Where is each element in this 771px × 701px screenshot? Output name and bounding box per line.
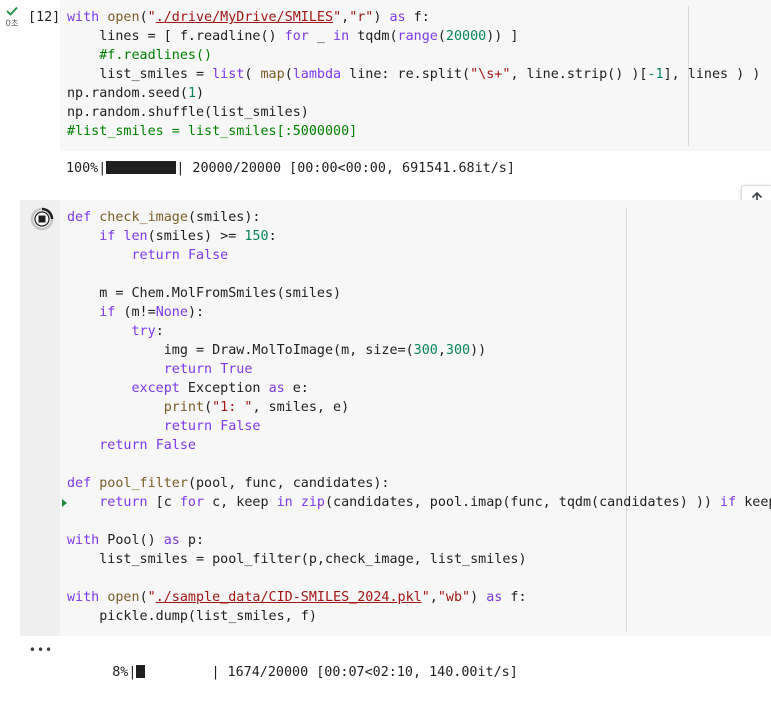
progress-bar [106, 161, 177, 174]
code-line: list_smiles = list( map(lambda line: re.… [67, 67, 761, 82]
code-editor-2[interactable]: def check_image(smiles): if len(smiles) … [60, 200, 771, 636]
code-line: list_smiles = pool_filter(p,check_image,… [67, 552, 527, 567]
code-line: try: [131, 324, 164, 339]
code-line: with Pool() as p: [67, 533, 205, 548]
progress-percent: 100%| [66, 161, 107, 176]
code-line: print("1: ", smiles, e) [163, 400, 350, 415]
progress-stats: | 1674/20000 [00:07<02:10, 140.00it/s] [211, 665, 518, 680]
stop-icon [30, 207, 54, 231]
code-line: np.random.shuffle(list_smiles) [67, 105, 309, 120]
progress-bar [136, 665, 146, 678]
code-line: img = Draw.MolToImage(m, size=(300,300)) [67, 343, 487, 358]
cell-2: def check_image(smiles): if len(smiles) … [0, 196, 771, 680]
code-line: return [c for c, keep in zip(candidates,… [99, 495, 771, 510]
check-icon [6, 6, 18, 16]
cell-1: 0초 [12] with open("./drive/MyDrive/SMILE… [0, 0, 771, 195]
output-actions-button[interactable]: ••• [26, 643, 56, 661]
code-block-2: def check_image(smiles): if len(smiles) … [67, 208, 771, 626]
code-line: with open("./sample_data/CID-SMILES_2024… [67, 590, 527, 605]
code-line: if len(smiles) >= 150: [99, 229, 277, 244]
code-line: #list_smiles = list_smiles[:5000000] [67, 124, 358, 139]
code-line: m = Chem.MolFromSmiles(smiles) [67, 286, 342, 301]
code-editor-1[interactable]: with open("./drive/MyDrive/SMILES","r") … [60, 0, 771, 151]
exec-count: [12] [28, 10, 61, 25]
cell-1-output: 100%| | 20000/20000 [00:00<00:00, 691541.… [66, 159, 515, 178]
progress-percent: 8%| [112, 665, 137, 680]
cell-1-status: 0초 [2, 6, 22, 29]
code-line: return True [163, 362, 253, 377]
cell-2-output: 8%| | 1674/20000 [00:07<02:10, 140.00it/s… [80, 644, 518, 701]
cell-2-gutter [20, 200, 60, 636]
code-line: return False [163, 419, 261, 434]
code-line: if (m!=None): [99, 305, 205, 320]
more-icon: ••• [28, 643, 54, 657]
code-line: def check_image(smiles): [67, 210, 261, 225]
code-line: #f.readlines() [67, 48, 213, 63]
exec-time: 0초 [5, 19, 19, 29]
code-line: np.random.seed(1) [67, 86, 205, 101]
code-line: def pool_filter(pool, func, candidates): [67, 476, 390, 491]
code-line: with open("./drive/MyDrive/SMILES","r") … [67, 10, 430, 25]
code-line: lines = [ f.readline() for _ in tqdm(ran… [67, 29, 519, 44]
code-line: pickle.dump(list_smiles, f) [67, 609, 317, 624]
stop-button[interactable] [30, 207, 54, 231]
code-block-1: with open("./drive/MyDrive/SMILES","r") … [67, 8, 760, 141]
code-line: except Exception as e: [131, 381, 309, 396]
progress-stats: | 20000/20000 [00:00<00:00, 691541.68it/… [176, 161, 515, 176]
code-line: return False [99, 438, 196, 453]
code-line: return False [131, 248, 229, 263]
